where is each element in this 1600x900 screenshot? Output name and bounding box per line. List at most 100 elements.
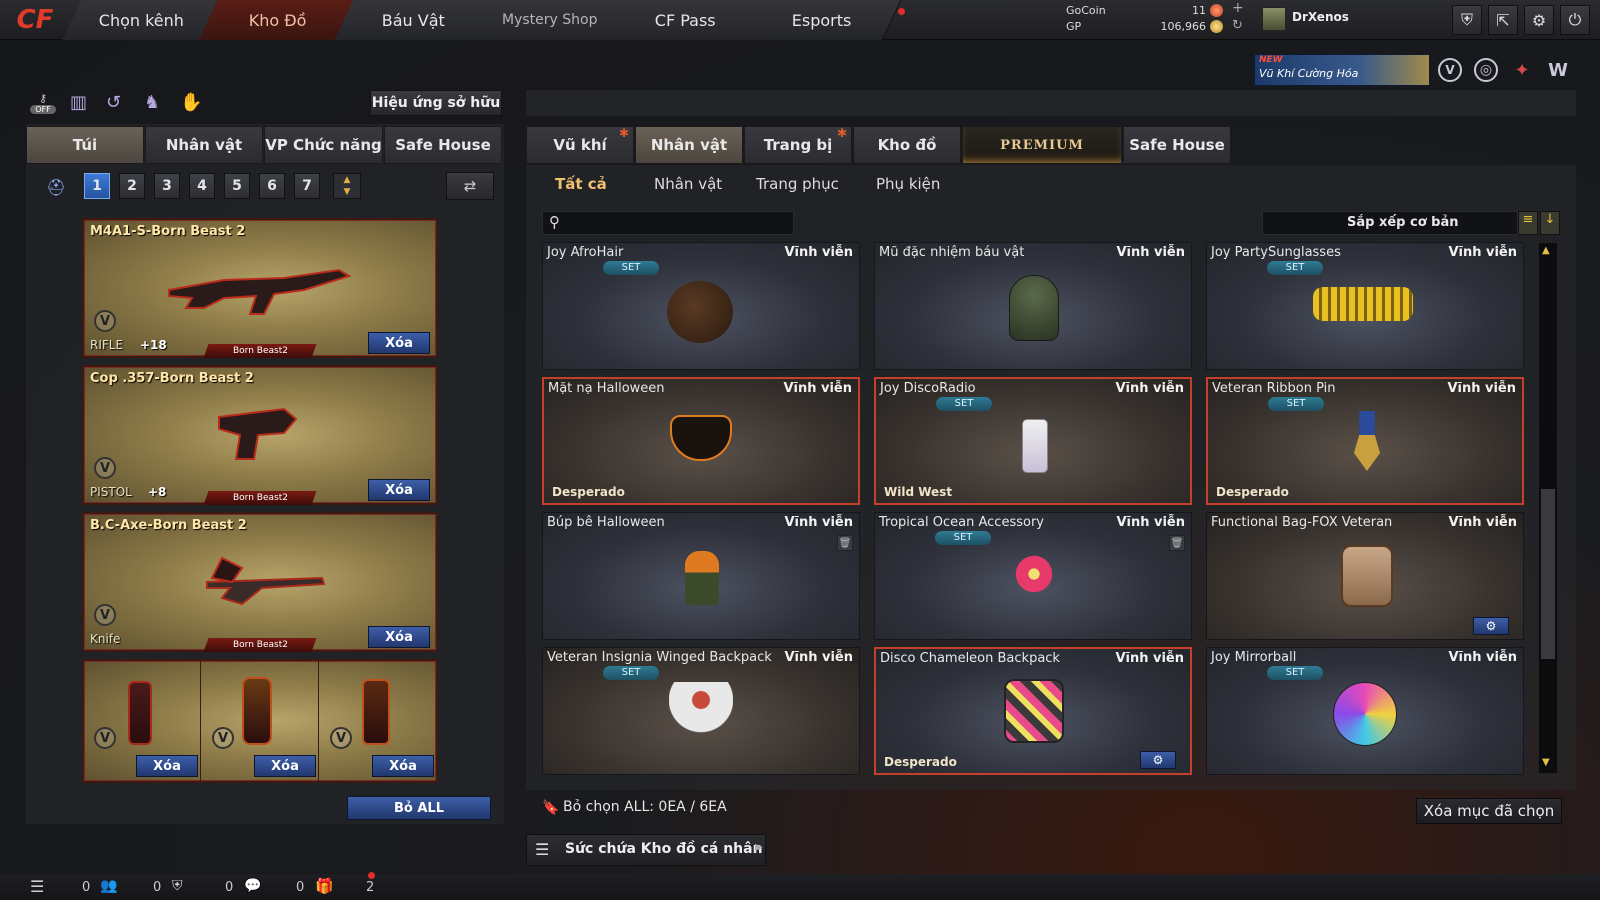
glove-icon[interactable]: ✋	[180, 92, 202, 113]
refresh-icon[interactable]: ↻	[1232, 18, 1243, 33]
grenade-slots: V Xóa V Xóa V Xóa	[82, 659, 438, 783]
item-card-selected[interactable]: Mặt nạ Halloween Vĩnh viễn Desperado	[542, 377, 860, 505]
item-card-selected[interactable]: Disco Chameleon Backpack Vĩnh viễn Despe…	[874, 647, 1192, 775]
clear-all-button[interactable]: Bỏ ALL	[347, 796, 491, 820]
search-input[interactable]: ⚲	[542, 211, 794, 235]
clan-shield-icon[interactable]: ⛨	[172, 878, 183, 894]
delete-button[interactable]: Xóa	[136, 755, 198, 777]
item-duration: Vĩnh viễn	[1115, 651, 1184, 666]
right-tab-safe-house[interactable]: Safe House	[1123, 126, 1231, 164]
weapon-slot-rifle[interactable]: M4A1-S-Born Beast 2 V RIFLE +18 Born Bea…	[82, 218, 438, 358]
item-card[interactable]: Functional Bag-FOX Veteran Vĩnh viễn ⚙	[1206, 512, 1524, 640]
page-7-button[interactable]: 7	[294, 173, 320, 199]
item-card[interactable]: Mũ đặc nhiệm báu vật Vĩnh viễn	[874, 242, 1192, 370]
item-duration: Vĩnh viễn	[784, 515, 853, 530]
item-card-selected[interactable]: Joy DiscoRadio Vĩnh viễn SET Wild West	[874, 377, 1192, 505]
item-card[interactable]: Veteran Insignia Winged Backpack Vĩnh vi…	[542, 647, 860, 775]
delete-button[interactable]: Xóa	[368, 626, 430, 648]
sort-dropdown[interactable]: Sắp xếp cơ bản	[1262, 211, 1518, 235]
sort-direction-icon[interactable]: ↓	[1540, 211, 1560, 235]
left-tab-functional[interactable]: VP Chức năng	[264, 126, 383, 164]
menu-icon[interactable]: ☰	[30, 877, 44, 896]
cf-logo[interactable]: CF	[0, 0, 70, 40]
item-card[interactable]: Joy PartySunglasses Vĩnh viễn SET	[1206, 242, 1524, 370]
trash-icon[interactable]: 🗑	[837, 535, 853, 551]
page-4-button[interactable]: 4	[189, 173, 215, 199]
page-1-button[interactable]: 1	[84, 173, 110, 199]
page-up-down-icon[interactable]: ▲ ▼	[333, 173, 361, 199]
grenade-slot-2[interactable]: V Xóa	[202, 661, 319, 781]
page-6-button[interactable]: 6	[259, 173, 285, 199]
v-badge-icon[interactable]: V	[1438, 58, 1462, 82]
left-tab-bag[interactable]: Túi	[26, 126, 144, 164]
item-card[interactable]: Joy Mirrorball Vĩnh viễn SET	[1206, 647, 1524, 775]
page-2-button[interactable]: 2	[119, 173, 145, 199]
right-tab-equipment[interactable]: Trang bị	[744, 126, 852, 164]
grenade-slot-1[interactable]: V Xóa	[84, 661, 201, 781]
weapon-slot-pistol[interactable]: Cop .357-Born Beast 2 V PISTOL +8 Born B…	[82, 365, 438, 505]
item-card-selected[interactable]: Veteran Ribbon Pin Vĩnh viễn SET Despera…	[1206, 377, 1524, 505]
item-card[interactable]: Tropical Ocean Accessory Vĩnh viễn SET 🗑	[874, 512, 1192, 640]
nav-tab-inventory[interactable]: Kho Đồ	[198, 0, 358, 40]
list-view-icon[interactable]: ≡	[1518, 211, 1538, 235]
gift-box-icon[interactable]: 🎁	[315, 877, 334, 895]
trash-icon[interactable]: 🗑	[1169, 535, 1185, 551]
nav-tab-treasure[interactable]: Báu Vật	[334, 0, 494, 40]
scroll-up-icon[interactable]: ▲	[1542, 245, 1550, 256]
stats-icon[interactable]: ▥	[70, 92, 87, 113]
gear-icon[interactable]: ⚙	[1140, 751, 1176, 769]
add-currency-icon[interactable]: +	[1232, 0, 1244, 16]
right-tab-weapons[interactable]: Vũ khí	[526, 126, 634, 164]
right-tab-storage[interactable]: Kho đồ	[853, 126, 961, 164]
event-icon[interactable]: ✦	[1510, 58, 1534, 82]
power-icon[interactable]: ⏻	[1560, 5, 1590, 35]
left-tab-safe-house[interactable]: Safe House	[384, 126, 502, 164]
delete-button[interactable]: Xóa	[368, 479, 430, 501]
nav-tab-mystery-shop[interactable]: Mystery Shop	[470, 0, 630, 40]
friends-icon[interactable]: 👥	[100, 878, 117, 894]
nav-tab-cf-pass[interactable]: CF Pass	[606, 0, 766, 40]
right-tab-premium[interactable]: PREMIUM	[962, 126, 1122, 164]
gear-icon[interactable]: ⚙	[1473, 617, 1509, 635]
subtab-character[interactable]: Nhân vật	[654, 175, 722, 193]
page-5-button[interactable]: 5	[224, 173, 250, 199]
transfer-icon[interactable]: ⇄	[446, 172, 494, 200]
delete-button[interactable]: Xóa	[254, 755, 316, 777]
capacity-button[interactable]: ☰ Sức chứa Kho đồ cá nhân ▶	[526, 834, 766, 866]
subtab-all[interactable]: Tất cả	[555, 175, 607, 193]
gear-icon[interactable]: ⚙	[1524, 5, 1554, 35]
exit-room-icon[interactable]: ⇱	[1488, 5, 1518, 35]
scrollbar-thumb[interactable]	[1541, 489, 1555, 659]
deselect-all-label[interactable]: Bỏ chọn ALL: 0EA / 6EA	[563, 799, 727, 815]
history-icon[interactable]: ↺	[106, 92, 121, 113]
promo-banner[interactable]: NEW Vũ Khí Cường Hóa	[1254, 54, 1430, 86]
chat-icon[interactable]: 💬	[244, 878, 261, 894]
page-3-button[interactable]: 3	[154, 173, 180, 199]
subtab-outfit[interactable]: Trang phục	[756, 175, 839, 193]
nav-tab-channel[interactable]: Chọn kênh	[62, 0, 222, 40]
character-icon[interactable]: ♞	[144, 92, 160, 113]
delete-button[interactable]: Xóa	[368, 332, 430, 354]
bottom-bar	[0, 874, 1600, 900]
nav-tab-esports[interactable]: Esports	[742, 0, 902, 40]
delete-selected-button[interactable]: Xóa mục đã chọn	[1416, 798, 1562, 824]
item-duration: Vĩnh viễn	[1448, 515, 1517, 530]
toggle-off-icon[interactable]: ⚷ OFF	[30, 92, 56, 118]
delete-button[interactable]: Xóa	[372, 755, 434, 777]
right-tab-character[interactable]: Nhân vật	[635, 126, 743, 164]
w-badge-icon[interactable]: W	[1546, 58, 1570, 82]
left-tab-character[interactable]: Nhân vật	[145, 126, 263, 164]
scroll-down-icon[interactable]: ▼	[1542, 757, 1550, 768]
message-count: 0	[225, 880, 234, 895]
item-card[interactable]: Joy AfroHair Vĩnh viễn SET	[542, 242, 860, 370]
weapon-slot-knife[interactable]: B.C-Axe-Born Beast 2 V Knife Born Beast2…	[82, 512, 438, 652]
mirrorball-image	[1333, 682, 1397, 746]
shield-icon[interactable]: ⛨	[1452, 5, 1482, 35]
globe-icon[interactable]: ◎	[1474, 58, 1498, 82]
scrollbar-track[interactable]: ▲ ▼	[1538, 242, 1558, 774]
item-card[interactable]: Búp bê Halloween Vĩnh viễn 🗑	[542, 512, 860, 640]
promo-text: Vũ Khí Cường Hóa	[1259, 67, 1359, 80]
grenade-slot-3[interactable]: V Xóa	[320, 661, 438, 781]
subtab-accessory[interactable]: Phụ kiện	[876, 175, 940, 193]
ownership-effect-button[interactable]: Hiệu ứng sở hữu	[370, 90, 502, 116]
